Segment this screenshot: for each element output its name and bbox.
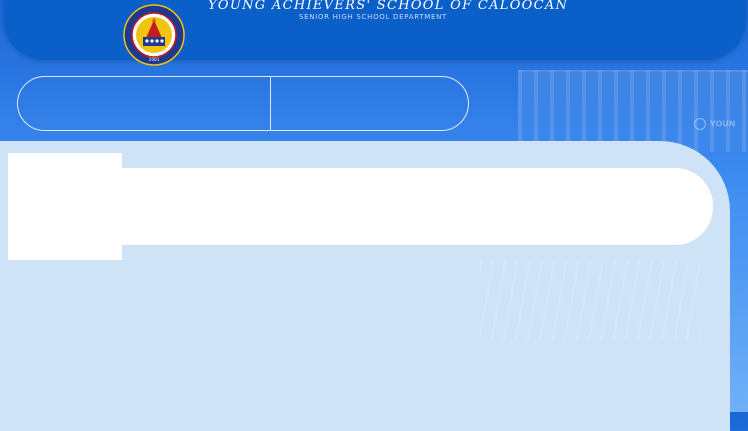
nav-item-1[interactable] [18,77,271,130]
school-name: YOUNG ACHIEVERS' SCHOOL OF CALOOCAN [208,0,569,13]
watermark-text: YOUN [710,119,736,129]
panel-texture [480,261,700,341]
watermark-seal-icon [694,118,706,130]
background-building [518,70,748,152]
nav-item-2[interactable] [271,77,468,130]
nav-bar [17,76,469,131]
school-seal-icon[interactable]: 2003 [122,4,186,66]
department-name: SENIOR HIGH SCHOOL DEPARTMENT [299,13,448,21]
content-banner-placeholder [8,168,713,245]
seal-year: 2003 [149,57,160,62]
background-watermark: YOUN [694,118,736,130]
